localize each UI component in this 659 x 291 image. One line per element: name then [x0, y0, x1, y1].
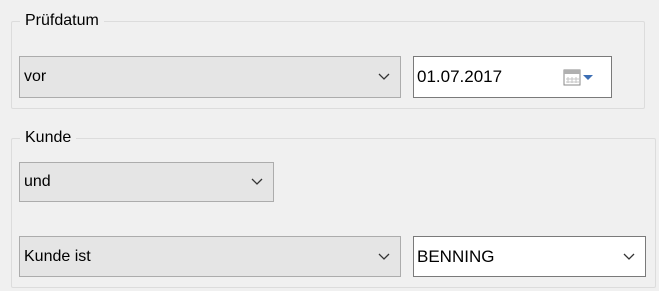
kunde-value-text: BENNING [417, 246, 495, 266]
chevron-down-icon [378, 253, 390, 260]
date-picker[interactable]: 01.07.2017 [413, 56, 612, 98]
kunde-logic-dropdown[interactable]: und [19, 162, 274, 202]
chevron-down-icon[interactable] [623, 253, 635, 261]
kunde-logic-value: und [24, 173, 51, 190]
kunde-field-dropdown[interactable]: Kunde ist [19, 236, 401, 277]
kunde-field-value: Kunde ist [24, 247, 91, 265]
chevron-down-icon [378, 73, 390, 80]
calendar-icon[interactable] [563, 68, 607, 88]
kunde-group-title: Kunde [20, 127, 77, 149]
date-operator-value: vor [24, 68, 47, 85]
date-picker-value: 01.07.2017 [417, 67, 503, 86]
date-operator-dropdown[interactable]: vor [19, 56, 401, 98]
pruefdatum-group-title: Prüfdatum [20, 10, 104, 32]
kunde-value-combobox[interactable]: BENNING [413, 236, 646, 277]
chevron-down-icon [251, 178, 263, 185]
